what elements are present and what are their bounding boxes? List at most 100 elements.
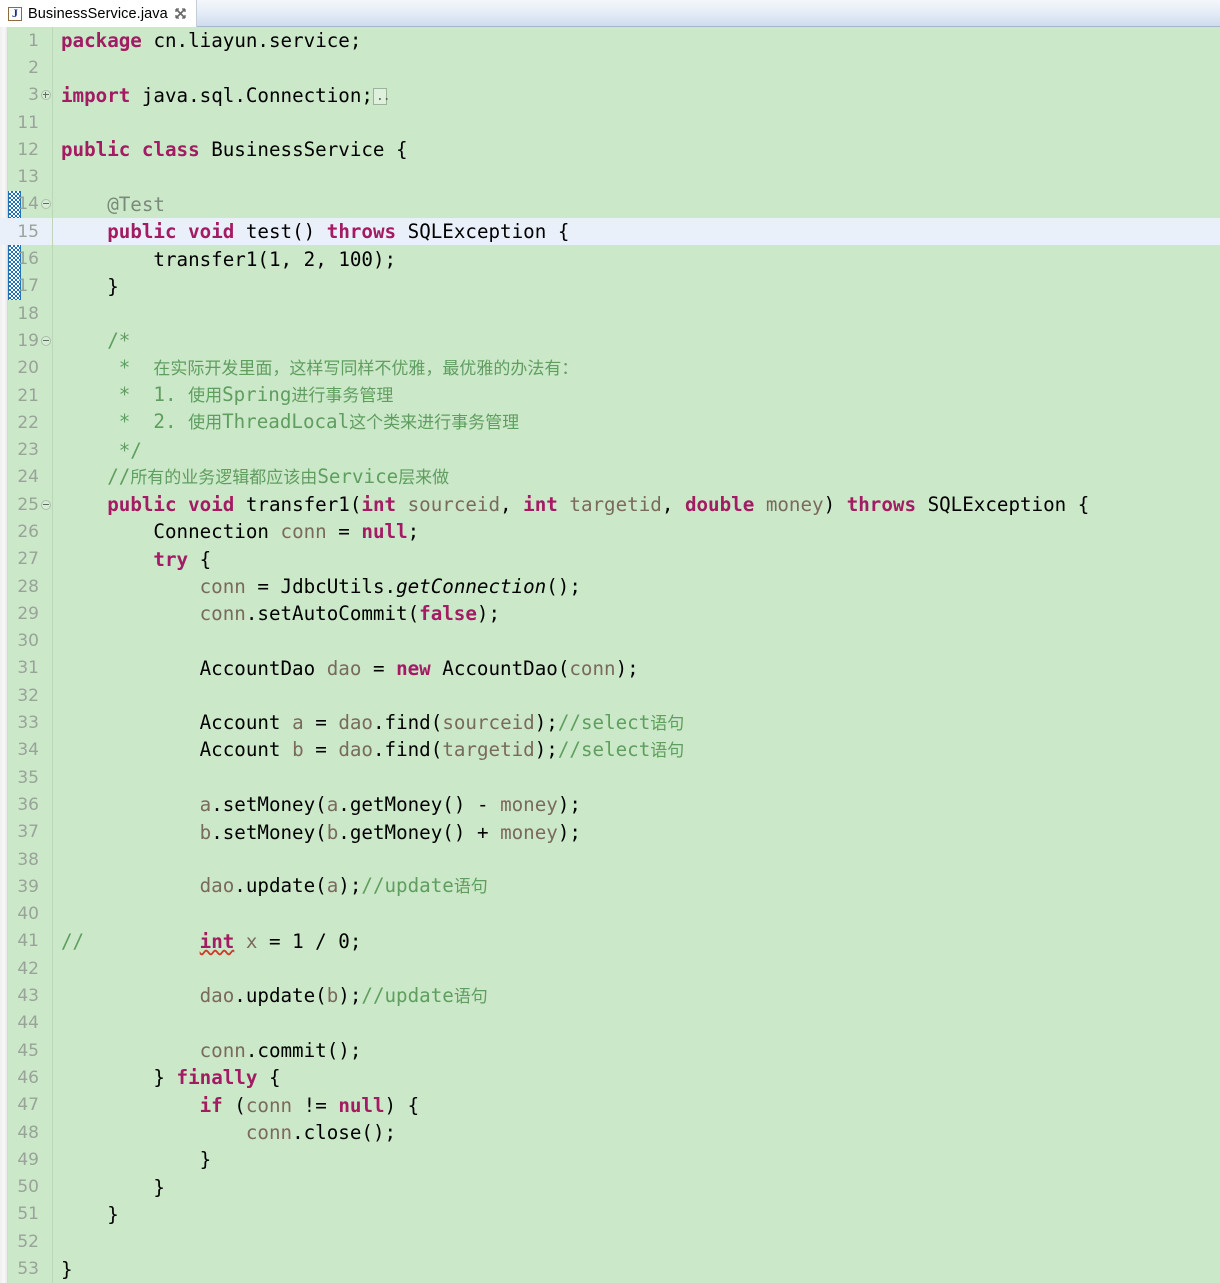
code-text: dao.update(b);//update语句 [199, 983, 488, 1007]
code-line[interactable]: 41 // int x = 1 / 0; [0, 927, 1220, 956]
code-line[interactable]: 51 } [0, 1200, 1220, 1229]
code-line[interactable]: 27 try { [0, 545, 1220, 573]
code-text: conn = JdbcUtils.getConnection(); [199, 575, 581, 599]
code-line[interactable]: 17 } [0, 272, 1220, 300]
gutter-separator [52, 1255, 61, 1283]
code-text: conn.close(); [245, 1121, 397, 1145]
gutter-separator [52, 491, 61, 519]
line-number: 15 [17, 221, 39, 242]
code-line[interactable]: 35 [0, 764, 1220, 792]
code-line[interactable]: 48 conn.close(); [0, 1118, 1220, 1147]
code-line[interactable]: 26 Connection conn = null; [0, 518, 1220, 546]
gutter-separator [52, 845, 61, 874]
line-number: 21 [17, 385, 39, 406]
code-line[interactable]: 29 conn.setAutoCommit(false); [0, 600, 1220, 628]
line-number: 12 [17, 139, 39, 160]
line-number: 18 [17, 303, 39, 324]
gutter-separator [52, 1009, 61, 1037]
code-line[interactable]: 36 a.setMoney(a.getMoney() - money); [0, 791, 1220, 819]
gutter-separator [52, 54, 61, 82]
code-line[interactable]: 32 [0, 682, 1220, 710]
line-number: 2 [28, 57, 39, 78]
code-line[interactable]: 50 } [0, 1173, 1220, 1201]
code-line[interactable]: 31 AccountDao dao = new AccountDao(conn)… [0, 654, 1220, 683]
gutter-separator [52, 791, 61, 819]
code-line[interactable]: 37 b.setMoney(b.getMoney() + money); [0, 818, 1220, 846]
line-number: 1 [28, 30, 39, 51]
code-line[interactable]: 52 [0, 1228, 1220, 1256]
code-line[interactable]: 42 [0, 955, 1220, 983]
code-line[interactable]: 53} [0, 1255, 1220, 1283]
code-text: public void test() throws SQLException { [107, 220, 570, 244]
code-line[interactable]: 39 dao.update(a);//update语句 [0, 873, 1220, 901]
code-area[interactable]: 1 package cn.liayun.service; 2 3 import jav… [0, 27, 1220, 1283]
code-line[interactable]: 49 } [0, 1146, 1220, 1174]
code-line[interactable]: 24 //所有的业务逻辑都应该由Service层来做 [0, 463, 1220, 492]
code-line[interactable]: 40 [0, 900, 1220, 928]
code-text: } [107, 274, 119, 298]
code-text: conn.setAutoCommit(false); [199, 602, 501, 626]
code-text: //所有的业务逻辑都应该由Service层来做 [61, 464, 450, 488]
code-line[interactable]: 12 public class BusinessService { [0, 136, 1220, 164]
gutter-separator [52, 218, 61, 246]
gutter-separator [52, 764, 61, 792]
line-number: 33 [17, 713, 39, 734]
line-number: 35 [17, 767, 39, 788]
java-source-editor[interactable]: 1 package cn.liayun.service; 2 3 import jav… [0, 27, 1220, 1283]
code-line[interactable]: 23 */ [0, 436, 1220, 464]
code-line[interactable]: 20 * 在实际开发里面，这样写同样不优雅，最优雅的办法有： [0, 354, 1220, 382]
code-line[interactable]: 38 [0, 845, 1220, 874]
line-number: 25 [17, 494, 39, 515]
line-number: 28 [17, 576, 39, 597]
code-text: Account b = dao.find(targetid);//select语… [199, 737, 685, 761]
code-line[interactable]: 16 transfer1(1, 2, 100); [0, 245, 1220, 273]
code-line[interactable]: 11 [0, 108, 1220, 137]
code-line[interactable]: 46 } finally { [0, 1064, 1220, 1092]
line-number: 29 [17, 603, 39, 624]
gutter-separator [52, 1064, 61, 1092]
gutter-separator [52, 736, 61, 765]
line-number: 24 [17, 467, 39, 488]
close-icon[interactable] [174, 7, 187, 20]
code-line[interactable]: 13 [0, 163, 1220, 191]
line-number: 11 [17, 112, 39, 133]
code-line[interactable]: 25 public void transfer1(int sourceid, i… [0, 491, 1220, 519]
code-line[interactable]: 2 [0, 54, 1220, 82]
line-number: 42 [17, 958, 39, 979]
line-number: 37 [17, 822, 39, 843]
code-line[interactable]: 18 [0, 299, 1220, 328]
gutter-separator [52, 518, 61, 546]
code-line[interactable]: 44 [0, 1009, 1220, 1037]
code-line[interactable]: 47 if (conn != null) { [0, 1091, 1220, 1119]
gutter-separator [52, 545, 61, 573]
tab-business-service-java[interactable]: BusinessService.java [0, 0, 197, 27]
code-text: if (conn != null) { [199, 1093, 420, 1117]
line-number: 45 [17, 1040, 39, 1061]
code-text: // int x = 1 / 0; [61, 929, 362, 953]
code-line[interactable]: 14 @Test [0, 190, 1220, 219]
code-line[interactable]: 15 public void test() throws SQLExceptio… [0, 218, 1220, 246]
code-line[interactable]: 1 package cn.liayun.service; [0, 27, 1220, 55]
code-line[interactable]: 28 conn = JdbcUtils.getConnection(); [0, 572, 1220, 601]
gutter-separator [52, 654, 61, 683]
gutter-separator [52, 272, 61, 300]
line-number: 20 [17, 358, 39, 379]
line-number: 36 [17, 794, 39, 815]
code-line[interactable]: 21 * 1. 使用Spring进行事务管理 [0, 381, 1220, 410]
code-line[interactable]: 33 Account a = dao.find(sourceid);//sele… [0, 709, 1220, 737]
code-line[interactable]: 19 /* [0, 327, 1220, 355]
gutter-separator [52, 873, 61, 901]
line-number: 32 [17, 685, 39, 706]
code-line[interactable]: 43 dao.update(b);//update语句 [0, 982, 1220, 1010]
code-line[interactable]: 3 import java.sql.Connection; [0, 81, 1220, 110]
gutter-separator [52, 381, 61, 410]
code-text: Connection conn = null; [153, 520, 420, 544]
gutter-separator [52, 627, 61, 655]
code-line[interactable]: 34 Account b = dao.find(targetid);//sele… [0, 736, 1220, 765]
code-line[interactable]: 22 * 2. 使用ThreadLocal这个类来进行事务管理 [0, 409, 1220, 437]
collapsed-imports-box[interactable] [372, 83, 390, 110]
code-line[interactable]: 45 conn.commit(); [0, 1036, 1220, 1065]
code-line[interactable]: 30 [0, 627, 1220, 655]
